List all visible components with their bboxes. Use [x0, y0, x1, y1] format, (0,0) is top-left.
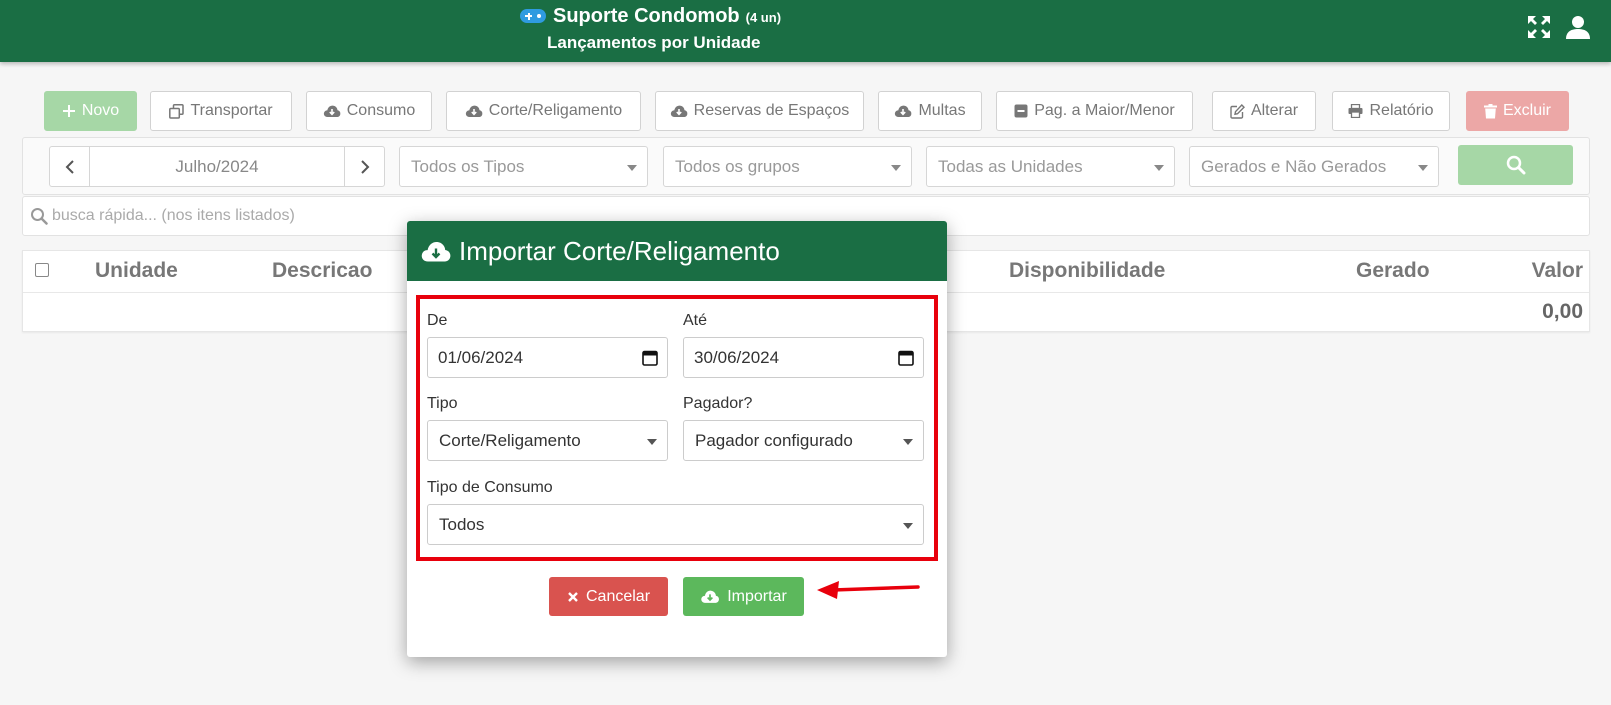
grupos-select[interactable]: Todos os grupos: [663, 146, 912, 187]
transportar-button[interactable]: Transportar: [150, 91, 292, 131]
calendar-icon[interactable]: [898, 349, 914, 366]
tipo-value: Corte/Religamento: [439, 431, 581, 450]
excluir-label: Excluir: [1502, 102, 1551, 119]
caret-down-icon: [627, 165, 637, 171]
multas-button[interactable]: Multas: [878, 91, 982, 131]
consumo-button[interactable]: Consumo: [306, 91, 432, 131]
tipo-consumo-select[interactable]: Todos: [427, 504, 924, 545]
pagador-select[interactable]: Pagador configurado: [683, 420, 924, 461]
alterar-label: Alterar: [1250, 102, 1299, 119]
user-icon[interactable]: [1565, 14, 1591, 40]
caret-down-icon: [903, 523, 913, 529]
novo-button[interactable]: Novo: [44, 91, 137, 131]
gamepad-icon: [520, 9, 546, 23]
pagador-value: Pagador configurado: [695, 431, 853, 450]
print-icon: [1348, 104, 1363, 118]
reservas-label: Reservas de Espaços: [693, 102, 850, 119]
highlight-box: De 01/06/2024 Até 30/06/2024 Tipo Corte/…: [416, 295, 938, 561]
caret-down-icon: [1154, 165, 1164, 171]
tipo-label: Tipo: [427, 395, 458, 412]
search-icon: [1506, 155, 1525, 175]
caret-down-icon: [647, 439, 657, 445]
corte-religamento-button[interactable]: Corte/Religamento: [446, 91, 641, 131]
tipos-select[interactable]: Todos os Tipos: [399, 146, 648, 187]
caret-down-icon: [891, 165, 901, 171]
tipo-consumo-label: Tipo de Consumo: [427, 479, 553, 496]
brand: Suporte Condomob (4 un) Lançamentos por …: [520, 4, 840, 53]
de-label: De: [427, 312, 448, 329]
cancel-button[interactable]: Cancelar: [549, 577, 668, 616]
excluir-button[interactable]: Excluir: [1466, 91, 1569, 131]
column-header-descricao[interactable]: Descricao: [272, 259, 372, 283]
tipo-consumo-value: Todos: [439, 515, 485, 534]
prev-month-button[interactable]: [50, 147, 90, 186]
relatorio-label: Relatório: [1369, 102, 1434, 119]
month-navigator: Julho/2024: [49, 146, 385, 187]
consumo-label: Consumo: [346, 102, 416, 119]
copy-icon: [169, 103, 185, 119]
edit-icon: [1230, 103, 1245, 119]
unidades-value: Todas as Unidades: [938, 157, 1083, 176]
cloud-download-icon: [323, 105, 341, 117]
caret-down-icon: [903, 439, 913, 445]
cloud-download-icon: [701, 590, 720, 603]
calendar-icon[interactable]: [642, 349, 658, 366]
ate-label: Até: [683, 312, 708, 329]
filter-bar: Julho/2024 Todos os Tipos Todos os grupo…: [22, 137, 1590, 195]
column-header-gerado[interactable]: Gerado: [1356, 259, 1430, 283]
caret-down-icon: [1418, 165, 1428, 171]
grupos-value: Todos os grupos: [675, 157, 800, 176]
unidades-select[interactable]: Todas as Unidades: [926, 146, 1175, 187]
pag-maior-menor-button[interactable]: Pag. a Maior/Menor: [996, 91, 1193, 131]
cancel-label: Cancelar: [585, 587, 651, 605]
minus-square-icon: [1014, 104, 1028, 118]
cloud-download-icon: [670, 105, 688, 117]
search-icon: [31, 208, 48, 225]
import-label: Importar: [727, 587, 787, 605]
plus-icon: [62, 105, 75, 117]
column-header-valor[interactable]: Valor: [1532, 259, 1583, 283]
next-month-button[interactable]: [344, 147, 384, 186]
app-title-line: Suporte Condomob (4 un): [520, 4, 840, 28]
unit-count: (4 un): [745, 10, 782, 25]
app-title: Suporte Condomob: [553, 4, 740, 27]
tipo-select[interactable]: Corte/Religamento: [427, 420, 668, 461]
chevron-right-icon: [360, 159, 369, 174]
pag-label: Pag. a Maior/Menor: [1034, 102, 1175, 119]
top-header: Suporte Condomob (4 un) Lançamentos por …: [0, 0, 1611, 62]
ate-date-input[interactable]: 30/06/2024: [683, 337, 924, 378]
cloud-download-icon: [421, 241, 451, 262]
corte-label: Corte/Religamento: [488, 102, 623, 119]
ate-value: 30/06/2024: [694, 348, 780, 367]
multas-label: Multas: [918, 102, 966, 119]
total-value: 0,00: [1542, 300, 1583, 323]
cloud-download-icon: [895, 105, 912, 117]
select-all-checkbox[interactable]: [35, 263, 49, 277]
reservas-button[interactable]: Reservas de Espaços: [655, 91, 864, 131]
column-header-disponibilidade[interactable]: Disponibilidade: [1009, 259, 1165, 283]
de-date-input[interactable]: 01/06/2024: [427, 337, 668, 378]
current-month: Julho/2024: [175, 157, 259, 176]
modal-title: Importar Corte/Religamento: [459, 235, 780, 266]
page-subtitle: Lançamentos por Unidade: [547, 33, 761, 52]
close-icon: [568, 591, 578, 602]
cloud-download-icon: [465, 105, 483, 117]
trash-icon: [1483, 103, 1497, 118]
de-value: 01/06/2024: [438, 348, 524, 367]
import-button[interactable]: Importar: [683, 577, 804, 616]
transportar-label: Transportar: [190, 102, 273, 119]
alterar-button[interactable]: Alterar: [1212, 91, 1316, 131]
expand-icon[interactable]: [1526, 14, 1552, 40]
column-header-unidade[interactable]: Unidade: [95, 259, 178, 283]
chevron-left-icon: [65, 159, 74, 174]
relatorio-button[interactable]: Relatório: [1332, 91, 1450, 131]
novo-label: Novo: [81, 102, 120, 119]
gerados-select[interactable]: Gerados e Não Gerados: [1189, 146, 1439, 187]
tipos-value: Todos os Tipos: [411, 157, 525, 176]
search-button[interactable]: [1458, 145, 1573, 185]
gerados-value: Gerados e Não Gerados: [1201, 157, 1387, 176]
modal-header: Importar Corte/Religamento: [407, 221, 947, 281]
pagador-label: Pagador?: [683, 395, 753, 412]
annotation-arrow-icon: [817, 581, 920, 599]
